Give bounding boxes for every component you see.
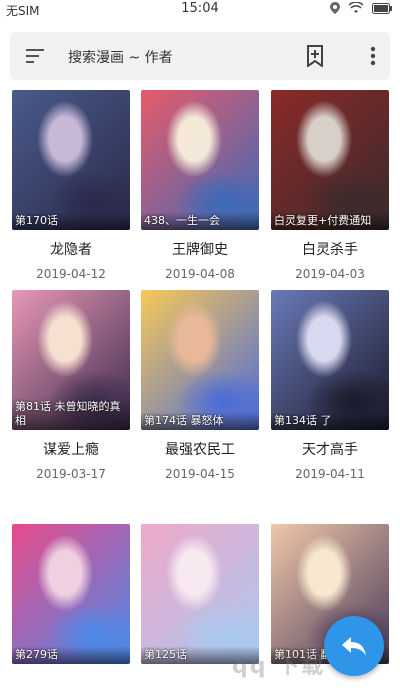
comic-title: 谋爱上瘾	[43, 442, 99, 458]
status-bar: 无SIM 15:04	[0, 0, 400, 18]
comic-title: 白灵杀手	[302, 242, 358, 258]
location-icon	[330, 2, 340, 14]
search-input[interactable]: 搜索漫画 ~ 作者	[68, 47, 173, 67]
chapter-label: 第174话 暴怒体	[141, 412, 259, 430]
chapter-label: 第279话	[12, 646, 130, 664]
status-icons	[330, 2, 392, 14]
comic-cover[interactable]: 第174话 暴怒体	[141, 290, 259, 430]
comic-cover[interactable]: 438、一生一会	[141, 90, 259, 230]
comic-title: 王牌御史	[172, 242, 228, 258]
comic-date: 2019-04-12	[36, 267, 106, 281]
search-bar[interactable]: 搜索漫画 ~ 作者	[10, 32, 390, 80]
reply-icon	[342, 637, 366, 656]
battery-icon	[372, 2, 392, 14]
menu-icon[interactable]	[26, 48, 46, 64]
comic-card[interactable]: 第81话 未曾知晓的真相谋爱上瘾 2019-03-17	[12, 290, 130, 481]
comic-card[interactable]: 白灵复更+付费通知 白灵杀手 2019-04-03	[271, 90, 389, 281]
comic-title: 天才高手	[302, 442, 358, 458]
comic-date: 2019-04-11	[295, 467, 365, 481]
bookmark-add-icon[interactable]	[306, 45, 324, 67]
chapter-label: 438、一生一会	[141, 212, 259, 230]
comic-date: 2019-03-17	[36, 467, 106, 481]
comic-cover[interactable]: 第81话 未曾知晓的真相	[12, 290, 130, 430]
comic-card[interactable]: 438、一生一会 王牌御史 2019-04-08	[141, 90, 259, 281]
comic-cover[interactable]: 第134话 了	[271, 290, 389, 430]
comic-title: 龙隐者	[50, 242, 92, 258]
comic-date: 2019-04-03	[295, 267, 365, 281]
comic-date: 2019-04-08	[165, 267, 235, 281]
wifi-icon	[348, 2, 364, 13]
comic-title: 最强农民工	[165, 442, 235, 458]
watermark: qq 下载	[232, 654, 326, 679]
reply-button[interactable]	[324, 616, 384, 676]
comic-card[interactable]: 第170话龙隐者 2019-04-12	[12, 90, 130, 281]
comic-date: 2019-04-15	[165, 467, 235, 481]
comic-cover[interactable]: 白灵复更+付费通知	[271, 90, 389, 230]
comic-card[interactable]: 第134话 了天才高手 2019-04-11	[271, 290, 389, 481]
comic-card[interactable]: 第174话 暴怒体 最强农民工 2019-04-15	[141, 290, 259, 481]
chapter-label: 第170话	[12, 212, 130, 230]
comic-card[interactable]: 第279话	[12, 524, 130, 664]
more-vert-icon[interactable]	[370, 46, 376, 66]
comic-cover[interactable]: 第279话	[12, 524, 130, 664]
comic-cover[interactable]: 第170话	[12, 90, 130, 230]
chapter-label: 白灵复更+付费通知	[271, 212, 389, 230]
chapter-label: 第134话 了	[271, 412, 389, 430]
comic-card[interactable]: 第125话	[141, 524, 259, 664]
chapter-label: 第81话 未曾知晓的真相	[12, 398, 130, 430]
comic-cover[interactable]: 第125话	[141, 524, 259, 664]
